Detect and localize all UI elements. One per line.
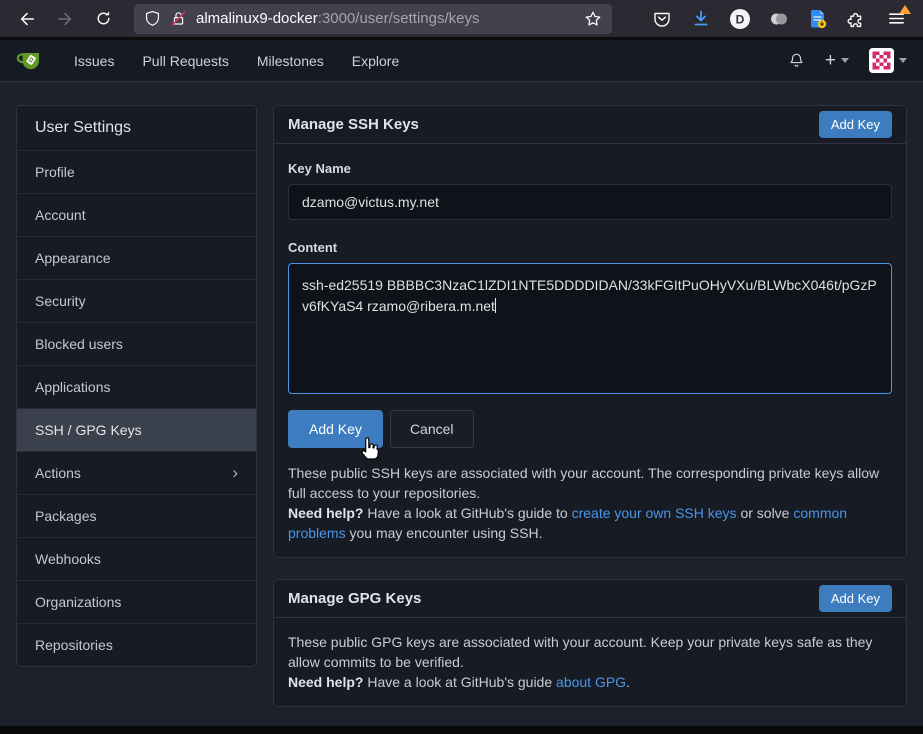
- gpg-help-text: These public GPG keys are associated wit…: [288, 632, 892, 692]
- sidebar-item-appearance[interactable]: Appearance: [17, 237, 256, 280]
- gpg-panel-header: Manage GPG Keys Add Key: [274, 580, 906, 618]
- svg-text:D: D: [736, 12, 745, 26]
- forward-button[interactable]: [48, 4, 82, 34]
- main-content: Manage SSH Keys Add Key Key Name Content…: [273, 105, 907, 707]
- navbar-right: +: [788, 48, 907, 73]
- url-path: :3000/user/settings/keys: [318, 10, 480, 27]
- cancel-button[interactable]: Cancel: [390, 410, 474, 448]
- add-key-submit-button[interactable]: Add Key: [288, 410, 383, 448]
- ssh-form-buttons: Add Key Cancel: [288, 410, 892, 448]
- sidebar-item-repositories[interactable]: Repositories: [17, 624, 256, 666]
- gpg-need-help-label: Need help?: [288, 674, 363, 690]
- browser-toolbar: almalinux9-docker:3000/user/settings/key…: [0, 0, 923, 40]
- sidebar-item-blocked-users[interactable]: Blocked users: [17, 323, 256, 366]
- sidebar-item-security[interactable]: Security: [17, 280, 256, 323]
- sidebar-item-webhooks[interactable]: Webhooks: [17, 538, 256, 581]
- translate-doc-extension-icon[interactable]: [807, 8, 829, 30]
- sidebar-item-account[interactable]: Account: [17, 194, 256, 237]
- key-name-label: Key Name: [288, 161, 892, 176]
- sidebar-item-applications[interactable]: Applications: [17, 366, 256, 409]
- avatar: [869, 48, 894, 73]
- ssh-panel-header: Manage SSH Keys Add Key: [274, 106, 906, 144]
- bookmark-star-icon[interactable]: [584, 10, 602, 28]
- content-label: Content: [288, 240, 892, 255]
- about-gpg-link[interactable]: about GPG: [556, 674, 626, 690]
- user-menu-button[interactable]: [869, 48, 907, 73]
- window-bottom-edge: [0, 726, 923, 734]
- ssh-add-key-header-button[interactable]: Add Key: [819, 111, 892, 138]
- bell-icon: [788, 52, 805, 69]
- plus-icon: +: [825, 51, 836, 70]
- reload-button[interactable]: [86, 4, 120, 34]
- nav-link-pull-requests[interactable]: Pull Requests: [128, 40, 242, 82]
- nav-link-milestones[interactable]: Milestones: [243, 40, 338, 82]
- gpg-panel-title: Manage GPG Keys: [288, 590, 421, 607]
- sidebar-title: User Settings: [17, 106, 256, 151]
- insecure-lock-icon[interactable]: [170, 10, 187, 27]
- url-host: almalinux9-docker: [196, 10, 318, 27]
- toolbar-extensions-area: D: [651, 8, 913, 30]
- manage-ssh-keys-panel: Manage SSH Keys Add Key Key Name Content…: [273, 105, 907, 558]
- url-bar[interactable]: almalinux9-docker:3000/user/settings/key…: [134, 4, 612, 34]
- ssh-panel-title: Manage SSH Keys: [288, 116, 419, 133]
- chevron-right-icon: ›: [232, 466, 238, 480]
- manage-gpg-keys-panel: Manage GPG Keys Add Key These public GPG…: [273, 579, 907, 707]
- gpg-add-key-header-button[interactable]: Add Key: [819, 585, 892, 612]
- notifications-button[interactable]: [788, 52, 805, 69]
- chevron-down-icon: [899, 58, 907, 63]
- pocket-icon[interactable]: [651, 8, 673, 30]
- settings-sidebar: User Settings Profile Account Appearance…: [16, 105, 257, 667]
- arrow-left-icon: [18, 10, 36, 28]
- update-badge-icon: [899, 5, 911, 14]
- ssh-need-help-label: Need help?: [288, 505, 363, 521]
- extensions-puzzle-icon[interactable]: [846, 8, 868, 30]
- menu-button[interactable]: [885, 8, 907, 30]
- sidebar-item-actions[interactable]: Actions ›: [17, 452, 256, 495]
- text-caret: [495, 298, 496, 313]
- ssh-key-content-text: ssh-ed25519 BBBBC3NzaC1lZDI1NTE5DDDDIDAN…: [302, 277, 877, 314]
- key-name-input[interactable]: [288, 184, 892, 220]
- ssh-panel-body: Key Name Content ssh-ed25519 BBBBC3NzaC1…: [274, 144, 906, 557]
- gitea-logo[interactable]: [16, 46, 46, 76]
- chevron-down-icon: [841, 58, 849, 63]
- gitea-navbar: Issues Pull Requests Milestones Explore …: [0, 40, 923, 82]
- duckduckgo-extension-icon[interactable]: D: [729, 8, 751, 30]
- create-new-button[interactable]: +: [825, 51, 849, 70]
- nav-link-explore[interactable]: Explore: [338, 40, 413, 82]
- privacy-extension-icon[interactable]: [768, 8, 790, 30]
- ssh-key-content-textarea[interactable]: ssh-ed25519 BBBBC3NzaC1lZDI1NTE5DDDDIDAN…: [288, 263, 892, 394]
- gpg-panel-body: These public GPG keys are associated wit…: [274, 618, 906, 706]
- url-text: almalinux9-docker:3000/user/settings/key…: [196, 10, 575, 27]
- sidebar-item-ssh-gpg-keys[interactable]: SSH / GPG Keys: [17, 409, 256, 452]
- nav-link-issues[interactable]: Issues: [60, 40, 128, 82]
- reload-icon: [95, 10, 112, 27]
- arrow-right-icon: [56, 10, 74, 28]
- downloads-icon[interactable]: [690, 8, 712, 30]
- settings-page: User Settings Profile Account Appearance…: [0, 82, 923, 707]
- back-button[interactable]: [10, 4, 44, 34]
- sidebar-item-organizations[interactable]: Organizations: [17, 581, 256, 624]
- ssh-help-text: These public SSH keys are associated wit…: [288, 463, 892, 543]
- tracking-shield-icon[interactable]: [144, 10, 161, 27]
- sidebar-item-profile[interactable]: Profile: [17, 151, 256, 194]
- sidebar-item-packages[interactable]: Packages: [17, 495, 256, 538]
- create-ssh-keys-link[interactable]: create your own SSH keys: [572, 505, 737, 521]
